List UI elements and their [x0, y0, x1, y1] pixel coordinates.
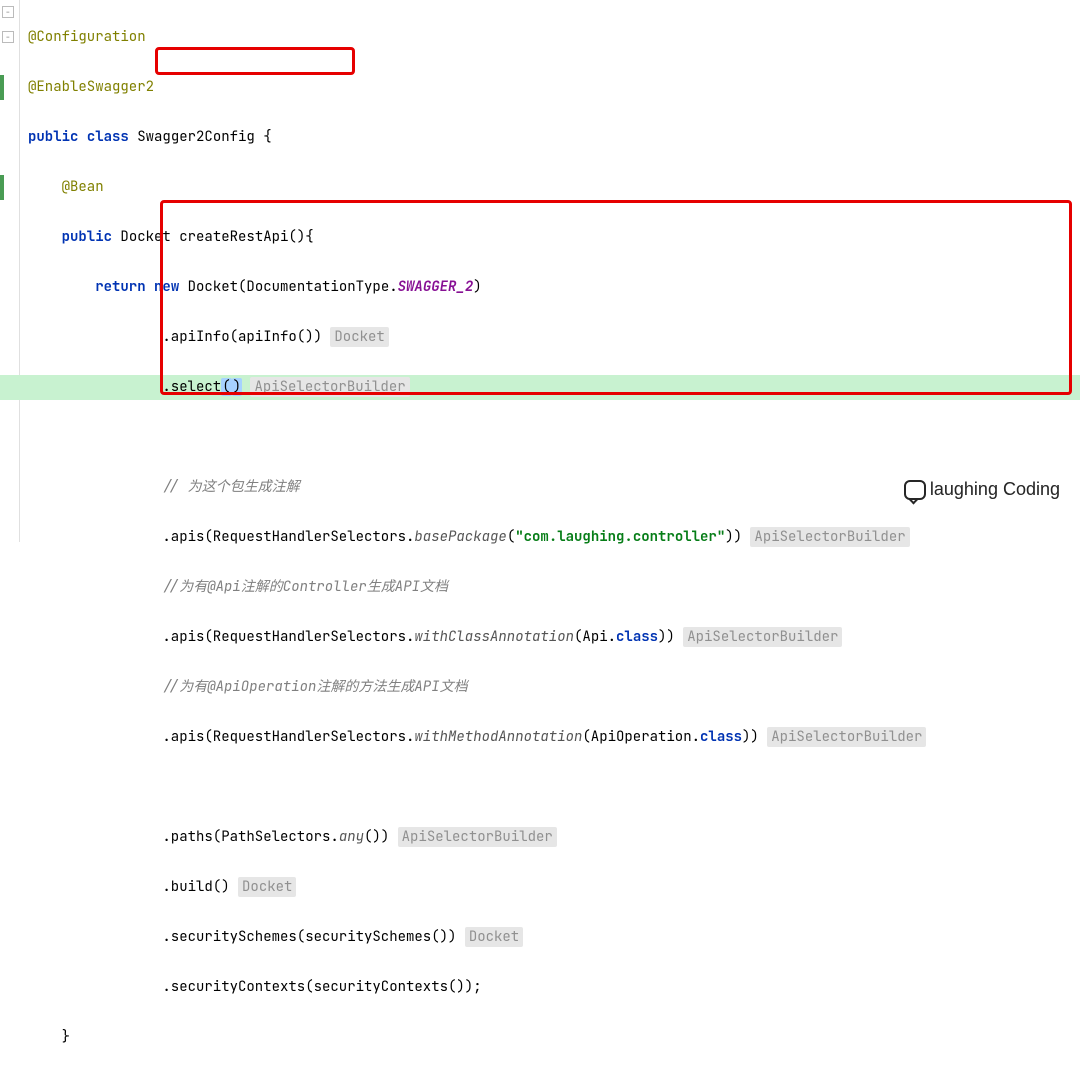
code-area[interactable]: @Configuration @EnableSwagger2 public cl… [20, 0, 1080, 1084]
code-text: .paths(PathSelectors. [162, 828, 338, 846]
code-text: .apiInfo(apiInfo()) [162, 328, 330, 346]
fold-icon[interactable]: − [2, 31, 14, 43]
code-text: )) [742, 728, 767, 746]
caret: ) [232, 378, 242, 396]
code-line: @Bean [28, 175, 1080, 200]
keyword: public [62, 228, 121, 246]
brace: { [255, 128, 272, 146]
watermark: laughing Coding [904, 477, 1060, 502]
comment: //为有@Api注解的Controller生成API文档 [162, 578, 448, 596]
static-method: withClassAnnotation [414, 628, 574, 646]
inlay-hint: Docket [330, 327, 388, 347]
keyword: class [616, 628, 658, 646]
code-line: .apiInfo(apiInfo()) Docket [28, 325, 1080, 350]
code-text: Docket(DocumentationType. [188, 278, 398, 296]
inlay-hint: ApiSelectorBuilder [250, 377, 409, 397]
code-text: .apis(RequestHandlerSelectors. [162, 728, 414, 746]
code-text: )) [658, 628, 683, 646]
inlay-hint: Docket [465, 927, 523, 947]
keyword: class [700, 728, 742, 746]
static-method: any [339, 828, 364, 846]
code-line: @Configuration [28, 25, 1080, 50]
brace: } [62, 1028, 70, 1046]
code-text: (ApiOperation. [582, 728, 700, 746]
keyword: public [28, 128, 87, 146]
code-line: .securityContexts(securityContexts()); [28, 975, 1080, 1000]
static-method: withMethodAnnotation [414, 728, 582, 746]
caret: ( [221, 378, 231, 396]
vcs-marker [0, 175, 4, 200]
string: "com.laughing.controller" [515, 528, 725, 546]
code-text: ()) [364, 828, 398, 846]
code-text: ) [473, 278, 481, 296]
code-text: (Api. [574, 628, 616, 646]
code-line: return new Docket(DocumentationType.SWAG… [28, 275, 1080, 300]
code-line: .apis(RequestHandlerSelectors.withMethod… [28, 725, 1080, 750]
code-line [28, 775, 1080, 800]
inlay-hint: ApiSelectorBuilder [750, 527, 909, 547]
constant: SWAGGER_2 [398, 278, 474, 296]
wechat-icon [904, 480, 926, 500]
annotation: @Bean [62, 178, 104, 196]
code-text: .securityContexts(securityContexts()); [162, 978, 481, 996]
watermark-text: laughing Coding [930, 477, 1060, 502]
code-line: public Docket createRestApi(){ [28, 225, 1080, 250]
class-name: Swagger2Config [137, 128, 255, 146]
code-text: .build() [162, 878, 238, 896]
code-line: .build() Docket [28, 875, 1080, 900]
keyword: class [87, 128, 137, 146]
comment: //为有@ApiOperation注解的方法生成API文档 [162, 678, 467, 696]
code-line [28, 425, 1080, 450]
annotation: @EnableSwagger2 [28, 78, 154, 96]
code-text: .apis(RequestHandlerSelectors. [162, 528, 414, 546]
code-line: //为有@ApiOperation注解的方法生成API文档 [28, 675, 1080, 700]
code-line: .securitySchemes(securitySchemes()) Dock… [28, 925, 1080, 950]
code-text: ( [507, 528, 515, 546]
code-line: //为有@Api注解的Controller生成API文档 [28, 575, 1080, 600]
fold-icon[interactable]: − [2, 6, 14, 18]
code-text: .apis(RequestHandlerSelectors. [162, 628, 414, 646]
code-line: } [28, 1025, 1080, 1050]
code-line: .apis(RequestHandlerSelectors.withClassA… [28, 625, 1080, 650]
code-line-current: .select() ApiSelectorBuilder [0, 375, 1080, 400]
inlay-hint: ApiSelectorBuilder [767, 727, 926, 747]
annotation: @Configuration [28, 28, 146, 46]
type: Docket [120, 228, 179, 246]
code-editor: − − @Configuration @EnableSwagger2 publi… [0, 0, 1080, 542]
vcs-marker [0, 75, 4, 100]
code-text: )) [725, 528, 750, 546]
keyword: return [95, 278, 154, 296]
static-method: basePackage [414, 528, 506, 546]
editor-gutter: − − [0, 0, 20, 542]
code-line: public class Swagger2Config { [28, 125, 1080, 150]
inlay-hint: Docket [238, 877, 296, 897]
code-line: .apis(RequestHandlerSelectors.basePackag… [28, 525, 1080, 550]
method-name: createRestApi(){ [179, 228, 313, 246]
inlay-hint: ApiSelectorBuilder [398, 827, 557, 847]
keyword: new [154, 278, 188, 296]
code-text: .securitySchemes(securitySchemes()) [162, 928, 464, 946]
code-line: @EnableSwagger2 [28, 75, 1080, 100]
code-line: .paths(PathSelectors.any()) ApiSelectorB… [28, 825, 1080, 850]
comment: // 为这个包生成注解 [162, 478, 299, 496]
inlay-hint: ApiSelectorBuilder [683, 627, 842, 647]
code-text: .select [162, 378, 221, 396]
